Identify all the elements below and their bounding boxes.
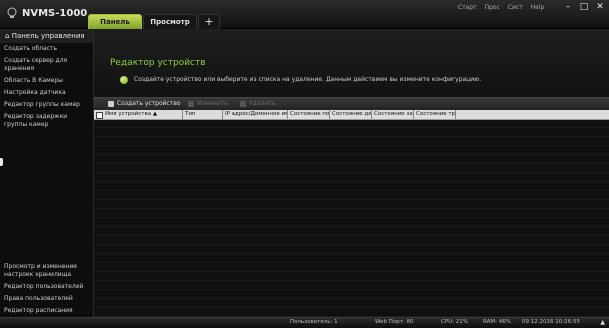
column-disk-state[interactable]: Состояние дис	[330, 110, 372, 119]
column-connection-state[interactable]: Состояние под	[288, 110, 330, 119]
status-datetime: 09.12.2016 10:26:55	[522, 319, 580, 325]
close-icon[interactable]: ✕	[595, 2, 605, 12]
menu-system[interactable]: Сист	[508, 4, 523, 11]
page-title: Редактор устройств	[110, 58, 206, 68]
sidebar-header[interactable]: ⌂ Панель управления	[0, 29, 93, 43]
column-alarm-state[interactable]: Состояние тре	[414, 110, 456, 119]
sidebar-item-storage-settings[interactable]: Просмотр и изменение настроек хранилища	[0, 261, 93, 281]
sidebar-item-schedule-editor[interactable]: Редактор расписания	[0, 305, 93, 317]
app-title: NVMS-1000	[22, 8, 88, 19]
sidebar-item-area-cameras[interactable]: Область В Камеры	[0, 75, 93, 87]
sidebar-item-user-editor[interactable]: Редактор пользователей	[0, 281, 93, 293]
status-bar: Пользователь: 1 Web Порт: 80 CPU: 21% RA…	[0, 317, 609, 328]
add-device-button[interactable]: Создать устройство	[108, 100, 181, 108]
sidebar-item-create-area[interactable]: Создать область	[0, 43, 93, 55]
add-device-icon	[108, 100, 114, 107]
add-tab-button[interactable]: +	[198, 14, 220, 29]
add-device-label: Создать устройство	[117, 100, 181, 107]
home-icon: ⌂	[5, 32, 10, 40]
sidebar-item-sensor-settings[interactable]: Настройка датчика	[0, 87, 93, 99]
info-bulb-icon	[120, 76, 128, 84]
column-ip-address[interactable]: IP адрес/Доменное имя	[223, 110, 288, 119]
sidebar-item-camera-group-editor[interactable]: Редактор группы камер	[0, 99, 93, 111]
sidebar-item-storage-server[interactable]: Создать сервер для хранения	[0, 55, 93, 75]
delete-icon	[240, 100, 246, 107]
edit-device-label: Изменить	[197, 100, 228, 107]
tab-live-view[interactable]: Просмотр	[143, 14, 197, 29]
status-web-port: Web Порт: 80	[375, 319, 414, 325]
menu-start[interactable]: Старт	[458, 4, 477, 11]
select-all-checkbox[interactable]	[96, 112, 103, 119]
column-type[interactable]: Тип	[183, 110, 223, 119]
sidebar: ⌂ Панель управления Создать область Созд…	[0, 29, 94, 317]
status-users: Пользователь: 1	[290, 319, 338, 325]
edit-device-button[interactable]: Изменить	[188, 100, 228, 108]
info-text: Создайте устройство или выберите из спис…	[134, 76, 482, 83]
table-header: Имя устройства ▲ Тип IP адрес/Доменное и…	[94, 110, 609, 120]
maximize-icon[interactable]: □	[579, 2, 589, 12]
window-controls: – □ ✕	[563, 2, 605, 12]
sidebar-header-label: Панель управления	[11, 32, 85, 40]
collapse-handle[interactable]	[0, 158, 3, 166]
sidebar-bottom: Просмотр и изменение настроек хранилища …	[0, 261, 93, 317]
column-device-name[interactable]: Имя устройства ▲	[103, 110, 183, 119]
device-toolbar: Создать устройство Изменить Удалить	[94, 97, 609, 110]
column-record-state[interactable]: Состояние зап	[372, 110, 414, 119]
delete-device-label: Удалить	[249, 100, 276, 107]
device-table: Имя устройства ▲ Тип IP адрес/Доменное и…	[94, 110, 609, 317]
title-bar: NVMS-1000 Панель управ Просмотр + Старт …	[0, 0, 609, 40]
app-logo-icon	[7, 7, 17, 18]
status-cpu: CPU: 21%	[441, 319, 469, 325]
sidebar-item-user-rights[interactable]: Права пользователей	[0, 293, 93, 305]
menu-view[interactable]: Прос	[485, 4, 500, 11]
menu-help[interactable]: Help	[531, 4, 545, 11]
main-panel: Редактор устройств Создайте устройство и…	[94, 29, 609, 317]
section-header: Редактор устройств Создайте устройство и…	[94, 29, 609, 95]
tab-control-panel[interactable]: Панель управ	[88, 14, 142, 40]
status-ram: RAM: 46%	[483, 319, 511, 325]
chevron-up-icon[interactable]: ▲	[600, 319, 605, 326]
minimize-icon[interactable]: –	[563, 2, 573, 12]
delete-device-button[interactable]: Удалить	[240, 100, 275, 108]
sidebar-item-camera-group-delay[interactable]: Редактор задержки группы камер	[0, 111, 93, 131]
top-menu: Старт Прос Сист Help	[458, 4, 550, 11]
edit-icon	[188, 100, 194, 107]
